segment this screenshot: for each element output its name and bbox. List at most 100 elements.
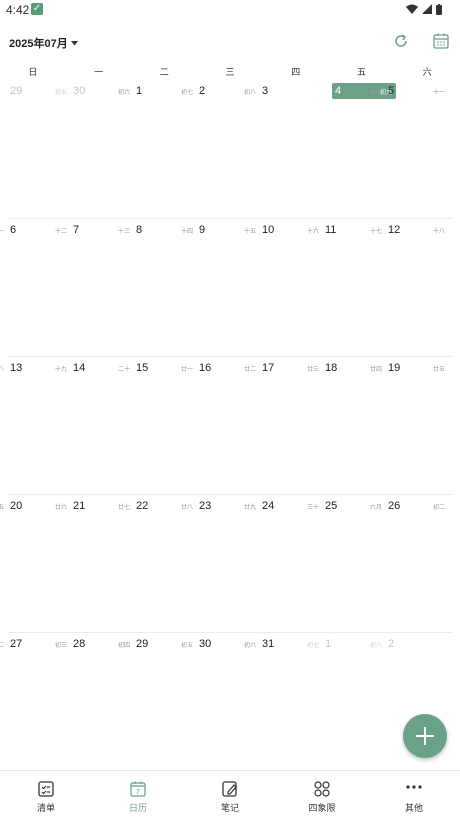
day-number: 2 [388,638,395,650]
nav-tab-list[interactable]: 清单 [0,771,92,819]
lunar-date: 廿五 [433,367,446,373]
lunar-date: 廿八 [181,505,194,511]
day-number: 21 [73,500,86,512]
dropdown-arrow-icon [70,40,78,45]
day-number: 19 [388,362,401,374]
day-number: 3 [262,85,269,97]
lunar-date: 廿四 [370,367,383,373]
lunar-date: 廿三 [307,367,320,373]
more-icon [406,785,422,789]
day-number: 13 [10,362,23,374]
nav-tab-quadrant[interactable]: 四象限 [276,771,368,819]
lunar-date: 六月 [370,505,383,511]
quadrant-icon [314,781,330,797]
refresh-icon[interactable] [392,32,410,50]
calendar-day-cell[interactable]: 28 [71,633,134,771]
calendar-day-cell[interactable]: 29 [8,80,71,218]
calendar-day-cell[interactable]: 17 [260,357,323,495]
calendar-day-cell[interactable]: 12 [386,219,449,357]
calendar-day-cell[interactable]: 11 [323,219,386,357]
day-number: 1 [136,85,143,97]
calendar-day-cell[interactable]: 4 初九 [323,80,396,218]
lunar-date: 十七 [370,229,383,235]
lunar-date: 初五 [181,643,194,649]
checklist-icon [38,781,54,797]
calendar-day-cell[interactable]: 10 [260,219,323,357]
day-number: 10 [262,224,275,236]
status-bar: 4:42 ✓ [0,0,460,20]
lunar-date: 十九 [55,367,68,373]
calendar-day-cell[interactable]: 1 [323,633,386,771]
signal-icon [422,4,432,14]
day-number: 23 [199,500,212,512]
weekday-label: 三 [225,67,235,77]
nav-label: 清单 [36,803,55,813]
day-number: 24 [262,500,275,512]
weekday-label: 六 [422,67,432,77]
lunar-date: 十八 [433,229,446,235]
day-number: 9 [199,224,206,236]
calendar-day-cell[interactable]: 21 [71,495,134,633]
nav-label: 笔记 [220,803,239,813]
day-number: 31 [262,638,275,650]
nav-tab-notes[interactable]: 笔记 [184,771,276,819]
lunar-date: 十一 [0,229,5,235]
day-number: 30 [199,638,212,650]
calendar-day-cell[interactable]: 27 [8,633,71,771]
lunar-date: 廿七 [118,505,131,511]
lunar-date: 初八 [370,643,383,649]
nav-tab-more[interactable]: 其他 [368,771,460,819]
weekday-header: 日 一 二 三 四 五 六 [0,65,460,79]
calendar-day-cell[interactable]: 7 [71,219,134,357]
day-number: 15 [136,362,149,374]
lunar-date: 廿六 [55,505,68,511]
lunar-date: 三十 [307,505,320,511]
calendar-week-row: 13 14 15 16 17 18 19 十八 十九 二十 廿一 廿二 廿三 廿四 廿五 [0,356,452,495]
day-number: 7 [73,224,80,236]
add-task-button[interactable] [403,714,447,758]
calendar-day-cell[interactable]: 16 [197,357,260,495]
svg-text:7: 7 [136,789,140,796]
lunar-date: 初六 [118,90,131,96]
month-selector[interactable]: 2025年07月 [9,35,78,51]
lunar-date: 初二 [433,505,446,511]
lunar-date: 初三 [55,643,68,649]
calendar-day-cell[interactable]: 25 [323,495,386,633]
calendar-day-cell[interactable]: 15 [134,357,197,495]
lunar-date: 初二 [0,643,5,649]
calendar-day-cell[interactable]: 3 [260,80,323,218]
calendar-day-cell[interactable]: 9 [197,219,260,357]
calendar-day-cell[interactable]: 2 [197,80,260,218]
calendar-day-cell[interactable]: 23 [197,495,260,633]
day-number: 27 [10,638,23,650]
bottom-nav: 清单 7 日历 笔记 四象限 其他 [0,770,460,819]
calendar-day-cell[interactable]: 5 [386,80,449,218]
calendar-day-cell[interactable]: 24 [260,495,323,633]
calendar-day-cell[interactable]: 19 [386,357,449,495]
calendar-day-cell[interactable]: 30 [197,633,260,771]
calendar-day-cell[interactable]: 14 [71,357,134,495]
status-time: 4:42 [6,3,30,17]
day-number: 1 [325,638,332,650]
calendar-day-cell[interactable]: 26 [386,495,449,633]
calendar-view-icon[interactable] [432,32,450,50]
calendar-day-cell[interactable]: 1 [134,80,197,218]
lunar-date: 十八 [0,367,5,373]
nav-tab-calendar[interactable]: 7 日历 [92,771,184,819]
lunar-date: 初七 [181,90,194,96]
lunar-date: 初十 [370,90,383,96]
day-number: 6 [10,224,17,236]
lunar-date: 初七 [307,643,320,649]
calendar-day-cell[interactable]: 18 [323,357,386,495]
calendar-day-cell[interactable]: 30 [71,80,134,218]
calendar-day-cell[interactable]: 31 [260,633,323,771]
calendar-day-cell[interactable]: 13 [8,357,71,495]
calendar-day-cell[interactable]: 22 [134,495,197,633]
calendar-day-cell[interactable]: 6 [8,219,71,357]
calendar-day-cell[interactable]: 29 [134,633,197,771]
battery-icon [436,3,442,15]
lunar-date: 十二 [55,229,68,235]
calendar-day-cell[interactable]: 20 [8,495,71,633]
calendar-day-cell[interactable]: 8 [134,219,197,357]
weekday-label: 一 [94,67,104,77]
